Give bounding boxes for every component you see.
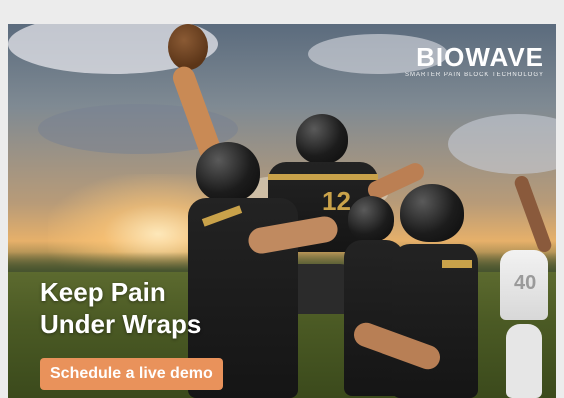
headline-line-1: Keep Pain — [40, 277, 166, 307]
player-opponent: 40 — [488, 174, 554, 398]
ad-banner[interactable]: 12 40 BIOWAVE SMARTER PAIN BLOCK TECHNOL… — [8, 24, 556, 398]
opponent-jersey-number: 40 — [514, 272, 537, 294]
headline: Keep Pain Under Wraps — [40, 276, 201, 340]
helmet-icon — [196, 142, 260, 202]
cloud — [448, 114, 556, 174]
headline-line-2: Under Wraps — [40, 309, 202, 339]
opponent-legs — [506, 324, 542, 398]
brand-logo: BIOWAVE SMARTER PAIN BLOCK TECHNOLOGY — [374, 44, 544, 78]
player-right — [350, 184, 492, 398]
football-icon — [168, 24, 208, 70]
player-arm — [512, 174, 554, 254]
helmet-icon — [348, 196, 394, 242]
brand-tagline: SMARTER PAIN BLOCK TECHNOLOGY — [404, 72, 544, 78]
helmet-icon — [400, 184, 464, 242]
brand-name: BIOWAVE — [416, 42, 544, 72]
jersey-stripe — [442, 260, 472, 268]
schedule-demo-button[interactable]: Schedule a live demo — [40, 358, 223, 390]
